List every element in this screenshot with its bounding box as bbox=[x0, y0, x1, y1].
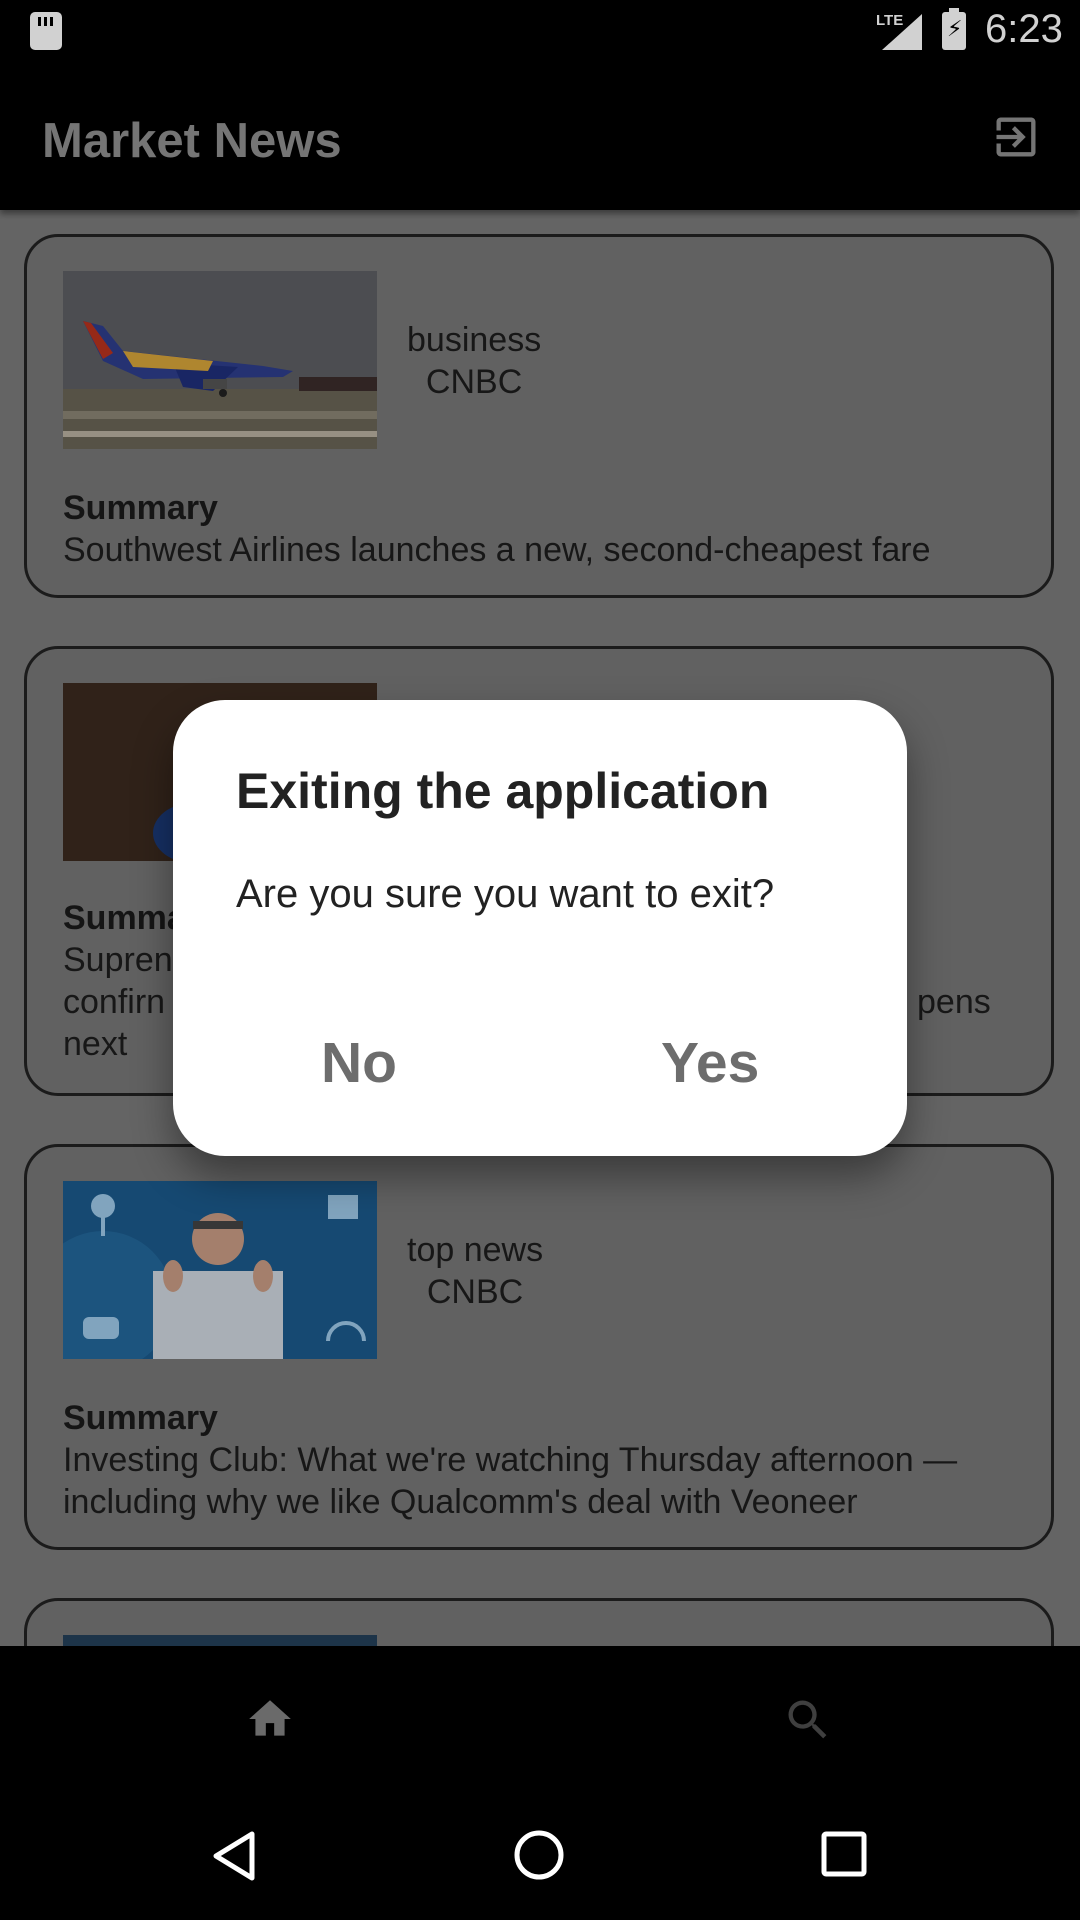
system-navigation-bar bbox=[0, 1786, 1080, 1920]
exit-dialog: Exiting the application Are you sure you… bbox=[173, 700, 907, 1156]
sd-card-icon bbox=[30, 12, 62, 50]
back-icon[interactable] bbox=[210, 1830, 256, 1882]
signal-icon bbox=[882, 14, 922, 50]
summary-text: Southwest Airlines launches a new, secon… bbox=[63, 531, 931, 569]
summary-text: Investing Club: What we're watching Thur… bbox=[63, 1441, 958, 1521]
yes-button[interactable]: Yes bbox=[661, 1030, 759, 1096]
status-bar: LTE ⚡ 6:23 bbox=[0, 0, 1080, 63]
summary-label: Summa bbox=[63, 899, 186, 937]
article-thumbnail-speaker bbox=[63, 1181, 377, 1359]
summary-label: Summary bbox=[63, 1399, 218, 1437]
article-category: business bbox=[407, 321, 542, 359]
dialog-title: Exiting the application bbox=[236, 763, 770, 819]
status-time: 6:23 bbox=[985, 7, 1063, 51]
home-icon[interactable] bbox=[242, 1694, 298, 1744]
article-source: CNBC bbox=[425, 363, 523, 401]
article-meta: business CNBC bbox=[407, 319, 541, 403]
article-source: CNBC bbox=[426, 1273, 524, 1311]
no-button[interactable]: No bbox=[321, 1030, 397, 1096]
exit-to-app-icon[interactable] bbox=[990, 111, 1042, 163]
battery-charging-icon: ⚡ bbox=[942, 8, 966, 50]
summary-label: Summary bbox=[63, 489, 218, 527]
news-card[interactable] bbox=[24, 1598, 1054, 1646]
home-circle-icon[interactable] bbox=[512, 1828, 566, 1882]
app-bar: Market News bbox=[0, 63, 1080, 210]
dialog-message: Are you sure you want to exit? bbox=[236, 872, 775, 916]
article-thumbnail bbox=[63, 1635, 377, 1646]
article-thumbnail-airplane bbox=[63, 271, 377, 449]
news-card[interactable]: business CNBC Summary Southwest Airlines… bbox=[24, 234, 1054, 598]
search-icon[interactable] bbox=[782, 1694, 834, 1746]
article-meta: top news CNBC bbox=[407, 1229, 543, 1313]
recents-icon[interactable] bbox=[820, 1830, 868, 1878]
article-category: top news bbox=[407, 1231, 544, 1269]
app-title: Market News bbox=[42, 114, 342, 168]
bottom-navigation bbox=[0, 1646, 1080, 1786]
news-card[interactable]: top news CNBC Summary Investing Club: Wh… bbox=[24, 1144, 1054, 1550]
summary-tail: pens bbox=[917, 983, 991, 1021]
